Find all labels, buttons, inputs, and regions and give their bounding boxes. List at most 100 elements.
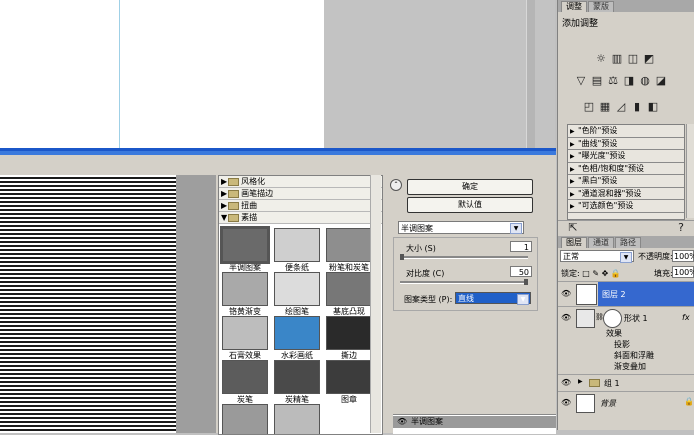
eye-icon[interactable]: 👁 bbox=[561, 378, 571, 387]
collapse-gallery-icon[interactable]: ⌃ bbox=[390, 179, 402, 191]
lock-paint-icon[interactable]: ✎ bbox=[592, 269, 599, 278]
filter-thumb-chrome[interactable]: 铬黄渐变 bbox=[221, 272, 269, 317]
tab-masks[interactable]: 蒙版 bbox=[588, 1, 614, 12]
category-brush-strokes[interactable]: ▶ 画笔描边 bbox=[219, 188, 382, 200]
vector-mask-thumbnail bbox=[603, 309, 622, 328]
category-distort[interactable]: ▶ 扭曲 bbox=[219, 200, 382, 212]
layer-thumbnail bbox=[576, 309, 595, 328]
layer-name[interactable]: 图层 2 bbox=[602, 289, 626, 300]
expand-triangle-icon[interactable]: ▶ bbox=[578, 378, 583, 385]
layer-row-background[interactable]: 👁 背景 🔒 bbox=[558, 391, 694, 414]
color-balance-icon[interactable]: ⚖ bbox=[606, 74, 620, 88]
eye-icon[interactable]: 👁 bbox=[397, 416, 407, 428]
filter-thumb-halftone[interactable]: 半调图案 bbox=[220, 226, 270, 273]
contrast-input[interactable]: 50 bbox=[510, 266, 532, 277]
tab-adjustments[interactable]: 调整 bbox=[561, 1, 587, 12]
effect-layer-label: 半调图案 bbox=[411, 417, 443, 426]
clip-icon[interactable]: ⇱ bbox=[566, 221, 580, 235]
document-canvas-area[interactable] bbox=[0, 0, 555, 150]
selective-color-icon[interactable]: ◧ bbox=[646, 100, 660, 114]
document-canvas[interactable] bbox=[0, 0, 324, 150]
layer-row-shape1[interactable]: 👁 ⛓ 形状 1 fx bbox=[558, 306, 694, 329]
layer-row-layer2[interactable]: 👁 图层 2 bbox=[558, 281, 694, 306]
preset-curves[interactable]: ▶ "曲线"预设 bbox=[568, 138, 684, 150]
tab-paths[interactable]: 路径 bbox=[615, 237, 641, 248]
filter-preview[interactable] bbox=[0, 175, 176, 433]
guide-line[interactable] bbox=[119, 0, 120, 150]
filter-thumb-chalk-charcoal[interactable]: 粉笔和炭笔 bbox=[325, 228, 373, 273]
eye-icon[interactable]: 👁 bbox=[561, 398, 571, 407]
filter-thumb-conte-crayon[interactable]: 炭精笔 bbox=[273, 360, 321, 405]
filter-thumbnail bbox=[326, 316, 372, 350]
filter-thumb-plaster[interactable]: 石膏效果 bbox=[221, 316, 269, 361]
brightness-icon[interactable]: ☼ bbox=[594, 52, 608, 66]
filter-thumb-water-paper[interactable]: 水彩画纸 bbox=[273, 316, 321, 361]
eye-icon[interactable]: 👁 bbox=[561, 313, 571, 322]
blend-mode-select[interactable]: 正常 ▼ bbox=[560, 250, 634, 263]
fill-input[interactable]: 100% bbox=[672, 266, 694, 278]
lock-label-text: 锁定: bbox=[561, 269, 580, 278]
size-input[interactable]: 1 bbox=[510, 241, 532, 252]
preset-exposure[interactable]: ▶ "曝光度"预设 bbox=[568, 150, 684, 163]
layer-name[interactable]: 组 1 bbox=[604, 378, 620, 389]
eye-icon[interactable]: 👁 bbox=[561, 289, 571, 298]
canvas-scroll-edge bbox=[526, 0, 535, 150]
ok-button[interactable]: 确定 bbox=[407, 179, 533, 195]
effects-row[interactable]: 效果 bbox=[558, 328, 694, 338]
hue-saturation-icon[interactable]: ▤ bbox=[590, 74, 604, 88]
tab-channels[interactable]: 通道 bbox=[588, 237, 614, 248]
fx-icon[interactable]: fx bbox=[682, 313, 690, 322]
vibrance-icon[interactable]: ▽ bbox=[574, 74, 588, 88]
exposure-icon[interactable]: ◩ bbox=[642, 52, 656, 66]
preset-selective-color[interactable]: ▶ "可选颜色"预设 bbox=[568, 200, 684, 213]
expand-triangle-icon: ▶ bbox=[570, 140, 575, 148]
invert-icon[interactable]: ◰ bbox=[582, 100, 596, 114]
preset-levels[interactable]: ▶ "色阶"预设 bbox=[568, 125, 684, 138]
filter-thumb-torn-edges[interactable]: 撕边 bbox=[325, 316, 373, 361]
effect-gradient-overlay[interactable]: 渐变叠加 bbox=[558, 361, 694, 371]
size-slider[interactable] bbox=[400, 256, 528, 259]
lock-all-icon[interactable]: 🔒 bbox=[611, 269, 621, 278]
layer-name[interactable]: 形状 1 bbox=[624, 313, 648, 324]
levels-icon[interactable]: ▥ bbox=[610, 52, 624, 66]
effect-layer-row[interactable]: 👁 半调图案 bbox=[393, 416, 556, 428]
filter-thumb-bas-relief[interactable]: 基底凸现 bbox=[325, 272, 373, 317]
posterize-icon[interactable]: ▦ bbox=[598, 100, 612, 114]
tab-layers[interactable]: 图层 bbox=[561, 237, 587, 248]
layer-row-group1[interactable]: 👁 ▶ 组 1 bbox=[558, 374, 694, 391]
preset-hue-saturation[interactable]: ▶ "色相/饱和度"预设 bbox=[568, 163, 684, 175]
default-button[interactable]: 默认值 bbox=[407, 197, 533, 213]
contrast-slider[interactable] bbox=[400, 281, 528, 284]
effect-drop-shadow[interactable]: 投影 bbox=[558, 339, 694, 349]
lock-move-icon[interactable]: ✥ bbox=[602, 269, 609, 278]
gradient-map-icon[interactable]: ▮ bbox=[630, 100, 644, 114]
help-icon[interactable]: ? bbox=[674, 221, 688, 235]
lock-transparency-icon[interactable]: □ bbox=[582, 269, 590, 278]
layer-name[interactable]: 背景 bbox=[600, 398, 616, 409]
preset-black-white[interactable]: ▶ "黑白"预设 bbox=[568, 175, 684, 188]
threshold-icon[interactable]: ◿ bbox=[614, 100, 628, 114]
channel-mixer-icon[interactable]: ◪ bbox=[654, 74, 668, 88]
adjustments-scrollbar[interactable] bbox=[686, 124, 694, 218]
filter-thumb-next-row[interactable] bbox=[273, 404, 321, 434]
category-sketch[interactable]: ▼ 素描 bbox=[219, 212, 382, 224]
curves-icon[interactable]: ◫ bbox=[626, 52, 640, 66]
photo-filter-icon[interactable]: ◍ bbox=[638, 74, 652, 88]
opacity-input[interactable]: 100% bbox=[672, 250, 694, 262]
category-stylize[interactable]: ▶ 风格化 bbox=[219, 176, 382, 188]
filter-thumb-next-row[interactable] bbox=[221, 404, 269, 434]
black-white-icon[interactable]: ◨ bbox=[622, 74, 636, 88]
size-slider-handle[interactable] bbox=[400, 254, 404, 260]
filter-thumb-charcoal[interactable]: 炭笔 bbox=[221, 360, 269, 405]
filter-select[interactable]: 半调图案 ▼ bbox=[398, 221, 524, 234]
pattern-type-select[interactable]: 直线 ▼ bbox=[455, 292, 531, 305]
filter-tree-scrollbar[interactable] bbox=[370, 175, 381, 433]
expand-triangle-icon: ▶ bbox=[221, 189, 228, 198]
filter-thumbnail bbox=[222, 404, 268, 434]
filter-thumb-stamp[interactable]: 图章 bbox=[325, 360, 373, 405]
preset-channel-mixer[interactable]: ▶ "通道混和器"预设 bbox=[568, 188, 684, 200]
filter-thumb-note-paper[interactable]: 便条纸 bbox=[273, 228, 321, 273]
filter-thumb-graphic-pen[interactable]: 绘图笔 bbox=[273, 272, 321, 317]
contrast-slider-handle[interactable] bbox=[524, 279, 528, 285]
effect-bevel-emboss[interactable]: 斜面和浮雕 bbox=[558, 350, 694, 360]
